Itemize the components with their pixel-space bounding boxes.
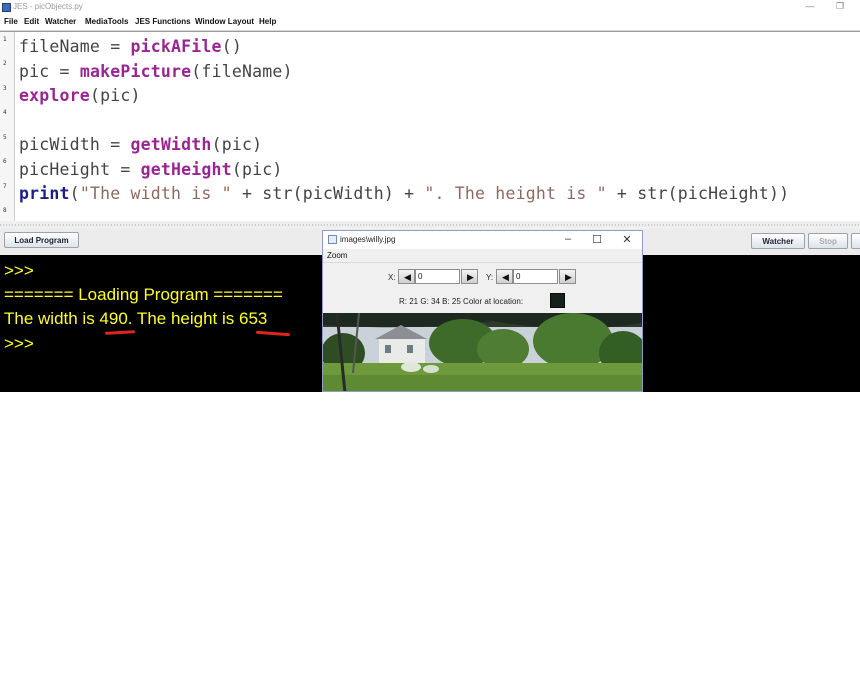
explorer-title: images\willy.jpg [340,235,396,244]
minimize-icon[interactable]: – [560,233,576,245]
console-output-line: The width is 490. The height is 653 [4,309,268,328]
code-line-6: picHeight = getHeight(pic) [19,160,283,179]
y-label: Y: [486,273,494,282]
menu-edit[interactable]: Edit [24,17,39,26]
maximize-icon[interactable]: ☐ [589,233,605,246]
arrow-right-icon: ▶ [565,272,572,282]
picture-explorer-window[interactable]: images\willy.jpg – ☐ ✕ Zoom X: ◀ 0 ▶ Y: … [322,230,643,392]
line-number: 7 [3,183,7,190]
split-pane-divider[interactable] [0,221,860,229]
arrow-left-icon: ◀ [404,272,411,282]
line-number: 1 [3,36,7,43]
annotation-underline [255,330,291,337]
code-editor[interactable]: 1 2 3 4 5 6 7 8 fileName = pickAFile() p… [0,31,860,223]
code-line-1: fileName = pickAFile() [19,37,242,56]
menu-jes-functions[interactable]: JES Functions [135,17,191,26]
color-swatch [550,293,565,308]
restore-icon[interactable]: ❐ [832,1,848,12]
y-decrement-button[interactable]: ◀ [496,269,513,284]
explored-image[interactable] [323,313,642,391]
code-line-7: print("The width is " + str(picWidth) + … [19,184,790,203]
line-number: 5 [3,134,7,141]
y-increment-button[interactable]: ▶ [559,269,576,284]
image-file-icon [328,235,337,244]
minimize-icon[interactable]: — [802,1,818,11]
annotation-underline [104,330,136,335]
console-prompt: >>> [4,261,34,280]
code-line-3: explore(pic) [19,86,141,105]
explorer-menu-bar: Zoom [323,249,642,263]
line-number: 6 [3,158,7,165]
line-number: 2 [3,60,7,67]
menu-bar: File Edit Watcher MediaTools JES Functio… [0,15,860,31]
line-number: 8 [3,207,7,214]
console-loading-line: ======= Loading Program ======= [4,285,283,304]
arrow-left-icon: ◀ [502,272,509,282]
code-line-5: picWidth = getWidth(pic) [19,135,263,154]
pixel-color-info: R: 21 G: 34 B: 25 Color at location: [399,297,524,306]
stop-button[interactable]: Stop [808,233,848,249]
jes-app-icon [2,3,11,12]
window-title: JES - picObjects.py [13,2,83,11]
x-decrement-button[interactable]: ◀ [398,269,415,284]
y-coordinate-field[interactable]: 0 [513,269,558,284]
menu-watcher[interactable]: Watcher [45,17,76,26]
line-number: 3 [3,85,7,92]
arrow-right-icon: ▶ [467,272,474,282]
line-number-gutter: 1 2 3 4 5 6 7 8 [0,32,15,221]
menu-file[interactable]: File [4,17,18,26]
menu-mediatools[interactable]: MediaTools [85,17,128,26]
window-title-bar: JES - picObjects.py — ❐ [0,0,860,15]
menu-help[interactable]: Help [259,17,276,26]
watcher-button[interactable]: Watcher [751,233,805,249]
menu-zoom[interactable]: Zoom [327,251,347,260]
x-coordinate-field[interactable]: 0 [415,269,460,284]
load-program-button[interactable]: Load Program [4,232,79,248]
code-line-2: pic = makePicture(fileName) [19,62,293,81]
x-label: X: [388,273,396,282]
line-number: 4 [3,109,7,116]
x-increment-button[interactable]: ▶ [461,269,478,284]
cut-off-button[interactable] [851,233,860,249]
console-prompt: >>> [4,334,34,353]
close-icon[interactable]: ✕ [619,233,635,246]
menu-window-layout[interactable]: Window Layout [195,17,254,26]
photo-scene [323,313,642,391]
explorer-title-bar: images\willy.jpg – ☐ ✕ [323,231,642,249]
